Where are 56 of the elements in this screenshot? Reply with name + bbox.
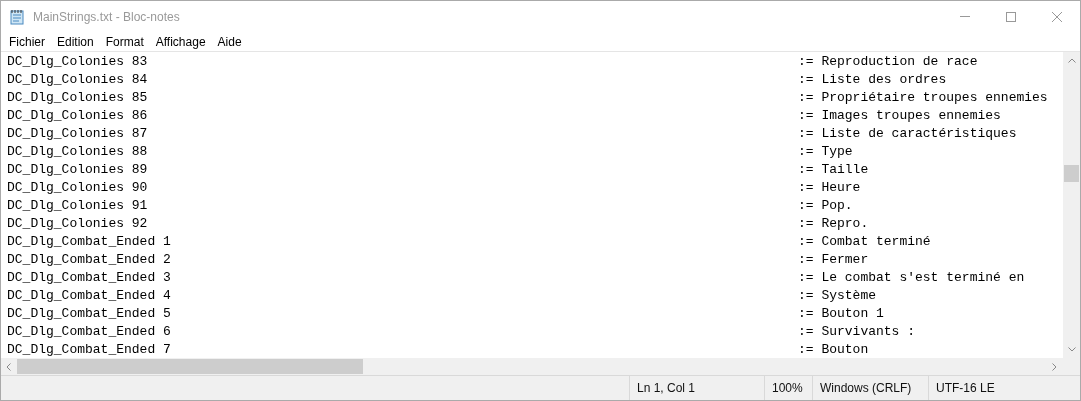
text-line: DC_Dlg_Combat_Ended 2: [6, 251, 172, 269]
text-line: := Système: [798, 287, 876, 305]
menu-item[interactable]: Fichier: [3, 32, 51, 51]
text-line: DC_Dlg_Colonies 86: [6, 107, 149, 125]
scroll-left-icon[interactable]: [6, 362, 11, 371]
text-line: DC_Dlg_Combat_Ended 1: [6, 233, 172, 251]
close-icon: [1052, 11, 1062, 22]
menu-item[interactable]: Edition: [51, 32, 100, 51]
text-line: DC_Dlg_Colonies 84: [6, 71, 149, 89]
text-line: DC_Dlg_Colonies 91: [6, 197, 149, 215]
menu-item[interactable]: Format: [99, 32, 150, 51]
text-line: := Images troupes ennemies: [798, 107, 1001, 125]
text-line: := Bouton 1: [798, 305, 884, 323]
scrollbar-thumb[interactable]: [1064, 165, 1079, 182]
status-text: UTF-16 LE: [936, 380, 995, 397]
maximize-icon: [1006, 11, 1016, 22]
text-line: := Type: [798, 143, 853, 161]
scroll-right-icon[interactable]: [1052, 362, 1057, 371]
status-text: 100%: [772, 380, 803, 397]
text-line: DC_Dlg_Colonies 88: [6, 143, 149, 161]
text-line: DC_Dlg_Combat_Ended 7: [6, 341, 172, 358]
text-line: DC_Dlg_Colonies 85: [6, 89, 149, 107]
window-title: MainStrings.txt - Bloc-notes: [33, 8, 180, 26]
text-line: := Repro.: [798, 215, 869, 233]
vertical-scrollbar[interactable]: [1063, 52, 1080, 358]
status-text: Windows (CRLF): [820, 380, 912, 397]
text-line: := Combat terminé: [798, 233, 931, 251]
text-line: DC_Dlg_Combat_Ended 3: [6, 269, 172, 287]
text-line: := Propriétaire troupes ennemies: [798, 89, 1048, 107]
text-line: := Liste de caractéristiques: [798, 125, 1017, 143]
menu-item[interactable]: Aide: [211, 32, 248, 51]
text-line: DC_Dlg_Colonies 92: [6, 215, 149, 233]
text-line: := Heure: [798, 179, 861, 197]
minimize-icon: [960, 16, 970, 17]
text-line: DC_Dlg_Colonies 90: [6, 179, 149, 197]
text-line: DC_Dlg_Colonies 83: [6, 53, 149, 71]
menu-item[interactable]: Affichage: [149, 32, 212, 51]
text-line: := Le combat s'est terminé en: [798, 269, 1025, 287]
scrollbar-thumb[interactable]: [17, 359, 363, 374]
text-line: DC_Dlg_Combat_Ended 5: [6, 305, 172, 323]
notepad-icon: [9, 8, 25, 25]
text-line: := Fermer: [798, 251, 869, 269]
horizontal-scrollbar[interactable]: [1, 358, 1063, 375]
text-line: DC_Dlg_Combat_Ended 6: [6, 323, 172, 341]
text-line: := Survivants :: [798, 323, 916, 341]
text-line: DC_Dlg_Combat_Ended 4: [6, 287, 172, 305]
text-line: := Pop.: [798, 197, 853, 215]
text-line: := Taille: [798, 161, 869, 179]
text-line: := Reproduction de race: [798, 53, 978, 71]
status-text: Ln 1, Col 1: [637, 380, 696, 397]
text-line: := Bouton: [798, 341, 869, 358]
text-line: := Liste des ordres: [798, 71, 947, 89]
scroll-down-icon[interactable]: [1067, 347, 1076, 352]
scroll-up-icon[interactable]: [1067, 58, 1076, 63]
text-line: DC_Dlg_Colonies 87: [6, 125, 149, 143]
text-line: DC_Dlg_Colonies 89: [6, 161, 149, 179]
